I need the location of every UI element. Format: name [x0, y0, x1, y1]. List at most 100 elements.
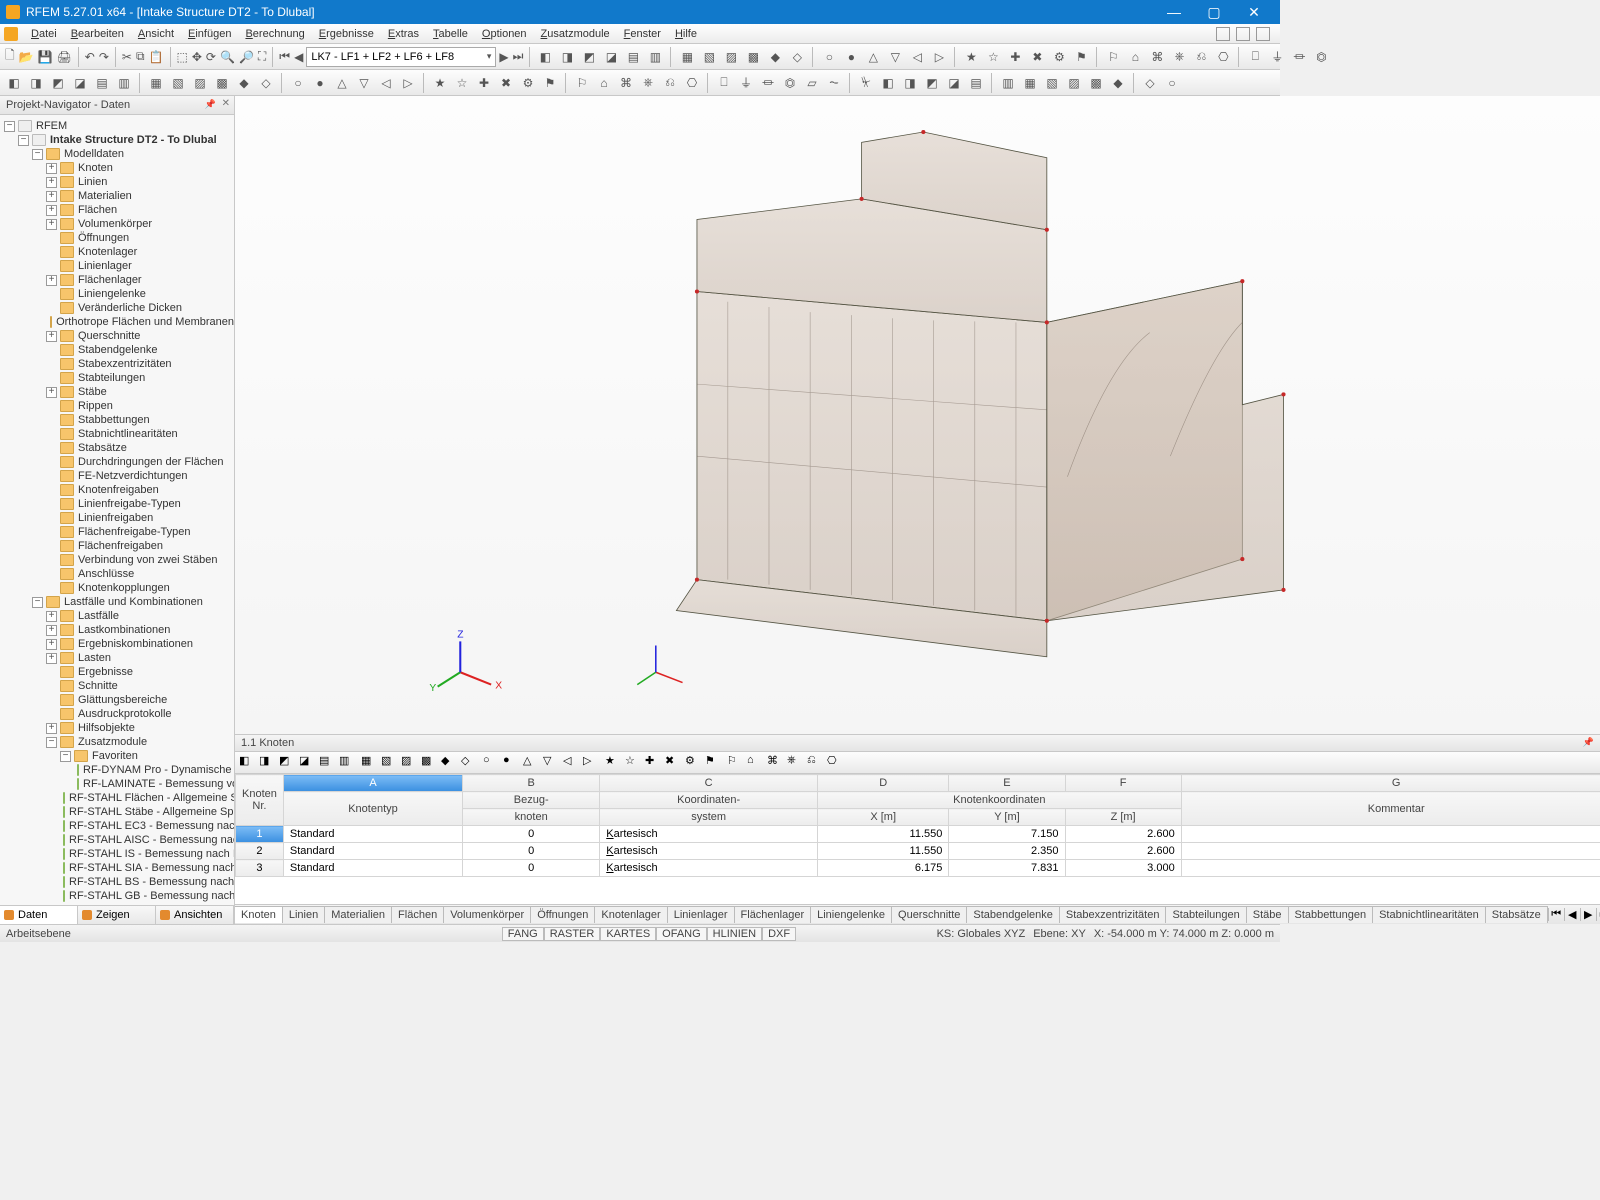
tool-button[interactable]: ⌂: [594, 73, 614, 93]
tool-button[interactable]: ▽: [885, 47, 905, 67]
col-ref[interactable]: Bezug-: [463, 792, 600, 809]
tree-item[interactable]: +Flächenlager: [46, 273, 234, 287]
table-tab[interactable]: Flächen: [391, 906, 444, 923]
tool-button[interactable]: ⚐: [727, 754, 745, 772]
tool-button[interactable]: ▷: [583, 754, 601, 772]
tree-item[interactable]: Stabbettungen: [46, 413, 234, 427]
maximize-button[interactable]: ▢: [1194, 0, 1234, 24]
table-row[interactable]: 2Standard0Kartesisch11.5502.3502.600: [236, 843, 1600, 860]
tree-item[interactable]: Orthotrope Flächen und Membranen: [46, 315, 234, 329]
tool-button[interactable]: ◆: [765, 47, 785, 67]
close-panel-icon[interactable]: ✕: [222, 98, 230, 109]
tool-button[interactable]: ◨: [900, 73, 920, 93]
col-letter[interactable]: B: [463, 775, 600, 792]
tool-button[interactable]: ★: [961, 47, 981, 67]
tool-button[interactable]: ▨: [1064, 73, 1084, 93]
tree-item[interactable]: +Linien: [46, 175, 234, 189]
tool-button[interactable]: △: [863, 47, 883, 67]
tool-button[interactable]: ▤: [319, 754, 337, 772]
col-letter[interactable]: A: [283, 775, 462, 792]
table-tab[interactable]: Öffnungen: [530, 906, 595, 923]
tool-button[interactable]: ◇: [256, 73, 276, 93]
tree-item[interactable]: Stabnichtlinearitäten: [46, 427, 234, 441]
tool-button[interactable]: ▨: [721, 47, 741, 67]
tool-button[interactable]: ▷: [929, 47, 949, 67]
loadcase-combo[interactable]: LK7 - LF1 + LF2 + LF6 + LF8: [306, 47, 496, 67]
menu-tabelle[interactable]: Tabelle: [426, 26, 475, 42]
tool-button[interactable]: ⚐: [1103, 47, 1123, 67]
tree-item[interactable]: Knotenlager: [46, 245, 234, 259]
tree-module[interactable]: RF-STAHL IS - Bemessung nach IS: [60, 847, 234, 861]
tool-button[interactable]: ◆: [234, 73, 254, 93]
nav-tab-zeigen[interactable]: Zeigen: [78, 906, 156, 924]
tree-item[interactable]: Rippen: [46, 399, 234, 413]
table-tab[interactable]: Flächenlager: [734, 906, 812, 923]
nav-next-button[interactable]: ▶: [498, 47, 509, 67]
tool-button[interactable]: ▩: [743, 47, 763, 67]
close-button[interactable]: ✕: [1234, 0, 1274, 24]
tool-button[interactable]: ◧: [4, 73, 24, 93]
tool-button[interactable]: ◁: [376, 73, 396, 93]
3d-viewport[interactable]: X Y Z: [235, 96, 1600, 734]
tree-module[interactable]: RF-LAMINATE - Bemessung von L: [74, 777, 234, 791]
tool-button[interactable]: ○: [483, 754, 501, 772]
menu-ergebnisse[interactable]: Ergebnisse: [312, 26, 381, 42]
rotate-button[interactable]: ⟳: [205, 47, 217, 67]
table-tab[interactable]: Knotenlager: [594, 906, 667, 923]
zoom-out-button[interactable]: 🔎: [238, 47, 255, 67]
tree-module[interactable]: RF-DYNAM Pro - Dynamische Ana: [74, 763, 234, 777]
tree-item[interactable]: +Knoten: [46, 161, 234, 175]
tool-button[interactable]: ▥: [114, 73, 134, 93]
table-tab[interactable]: Stabteilungen: [1165, 906, 1246, 923]
tool-button[interactable]: ⎕: [714, 73, 734, 93]
zoom-in-button[interactable]: 🔍: [219, 47, 236, 67]
cut-button[interactable]: ✂: [121, 47, 133, 67]
tool-button[interactable]: ⌘: [1147, 47, 1167, 67]
tool-button[interactable]: ⎌: [1191, 47, 1211, 67]
nav-last-button[interactable]: ⏭: [512, 47, 525, 67]
tree-item[interactable]: Stabendgelenke: [46, 343, 234, 357]
table-tab[interactable]: Materialien: [324, 906, 392, 923]
tool-button[interactable]: ▨: [190, 73, 210, 93]
tool-button[interactable]: ⎕: [1245, 47, 1265, 67]
menu-ansicht[interactable]: Ansicht: [131, 26, 181, 42]
undo-button[interactable]: ↶: [84, 47, 96, 67]
tree-lastfaelle[interactable]: −Lastfälle und Kombinationen: [32, 595, 234, 609]
tool-button[interactable]: ▤: [966, 73, 986, 93]
menu-extras[interactable]: Extras: [381, 26, 426, 42]
tree-item[interactable]: +Lasten: [46, 651, 234, 665]
tool-button[interactable]: △: [332, 73, 352, 93]
tool-button[interactable]: ⎈: [638, 73, 658, 93]
col-letter[interactable]: F: [1065, 775, 1181, 792]
tool-button[interactable]: ⚑: [540, 73, 560, 93]
col-y[interactable]: Y [m]: [949, 809, 1065, 826]
move-button[interactable]: ✥: [191, 47, 203, 67]
menu-einfügen[interactable]: Einfügen: [181, 26, 238, 42]
tool-button[interactable]: ◁: [563, 754, 581, 772]
table-tab[interactable]: Stabsätze: [1485, 906, 1548, 923]
col-sys[interactable]: Koordinaten-: [600, 792, 818, 809]
tool-button[interactable]: ▷: [398, 73, 418, 93]
tool-button[interactable]: ▥: [339, 754, 357, 772]
tree-zusatzmodule[interactable]: −Zusatzmodule: [46, 735, 234, 749]
table-tab[interactable]: Stabnichtlinearitäten: [1372, 906, 1486, 923]
select-button[interactable]: ⬚: [176, 47, 189, 67]
tree-item[interactable]: Knotenfreigaben: [46, 483, 234, 497]
tool-button[interactable]: ◨: [26, 73, 46, 93]
minimize-button[interactable]: ―: [1154, 0, 1194, 24]
tool-button[interactable]: ▥: [645, 47, 665, 67]
tool-button[interactable]: ⎈: [787, 754, 805, 772]
tree-item[interactable]: Anschlüsse: [46, 567, 234, 581]
tree-item[interactable]: Flächenfreigaben: [46, 539, 234, 553]
tree-project[interactable]: −Intake Structure DT2 - To Dlubal: [18, 133, 234, 147]
tree-item[interactable]: +Stäbe: [46, 385, 234, 399]
tool-button[interactable]: ▦: [146, 73, 166, 93]
table-tab[interactable]: Querschnitte: [891, 906, 967, 923]
tree-item[interactable]: Veränderliche Dicken: [46, 301, 234, 315]
tool-button[interactable]: ⏛: [1289, 47, 1309, 67]
tree-item[interactable]: +Materialien: [46, 189, 234, 203]
tool-button[interactable]: ◩: [579, 47, 599, 67]
nav-tab-daten[interactable]: Daten: [0, 906, 78, 924]
tool-button[interactable]: ☆: [452, 73, 472, 93]
tool-button[interactable]: ◨: [259, 754, 277, 772]
